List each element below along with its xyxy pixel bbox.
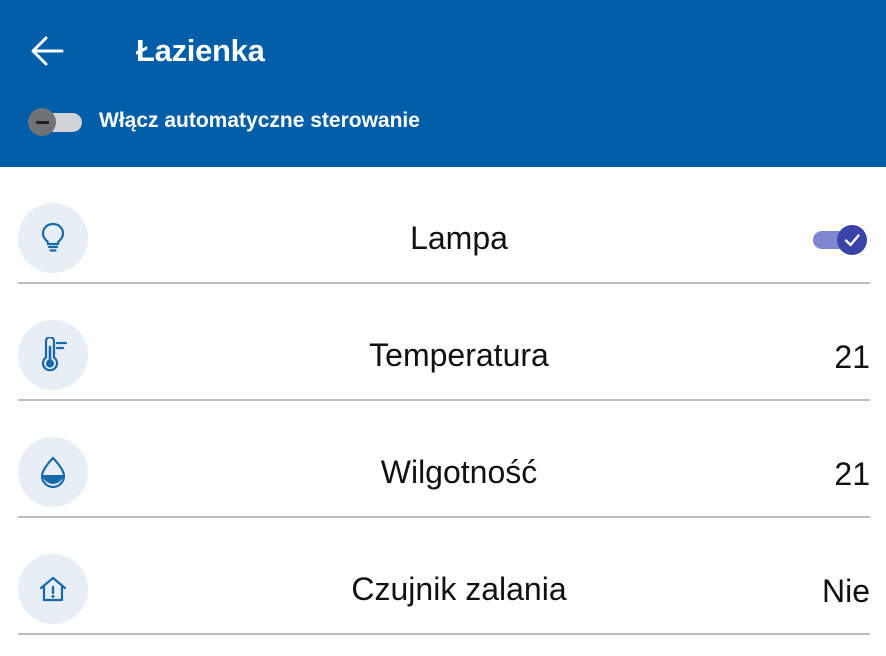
check-icon: [844, 234, 860, 247]
page-title: Łazienka: [136, 33, 265, 68]
item-label: Temperatura: [369, 337, 549, 373]
minus-icon: [35, 120, 49, 124]
item-value: 21: [834, 456, 870, 492]
item-value: Nie: [821, 573, 870, 609]
divider: [18, 633, 870, 635]
list-item-temperatura[interactable]: Temperatura 21: [0, 284, 886, 401]
app-bar: Łazienka Włącz automatyczne sterowanie: [0, 0, 886, 167]
item-label: Czujnik zalania: [351, 571, 567, 607]
auto-control-label: Włącz automatyczne sterowanie: [99, 109, 420, 132]
auto-control-switch-thumb: [28, 108, 56, 136]
back-button[interactable]: [26, 30, 68, 72]
list-item-czujnik-zalania[interactable]: Czujnik zalania Nie: [0, 518, 886, 635]
lamp-toggle-thumb: [837, 225, 867, 255]
item-label: Wilgotność: [380, 454, 538, 490]
auto-control-switch[interactable]: [28, 108, 84, 136]
arrow-left-icon: [31, 36, 64, 66]
lamp-toggle[interactable]: [813, 225, 867, 255]
item-label: Lampa: [410, 220, 508, 256]
list-item-lampa[interactable]: Lampa: [0, 167, 886, 284]
list-item-wilgotnosc[interactable]: Wilgotność 21: [0, 401, 886, 518]
item-value: 21: [834, 339, 870, 375]
